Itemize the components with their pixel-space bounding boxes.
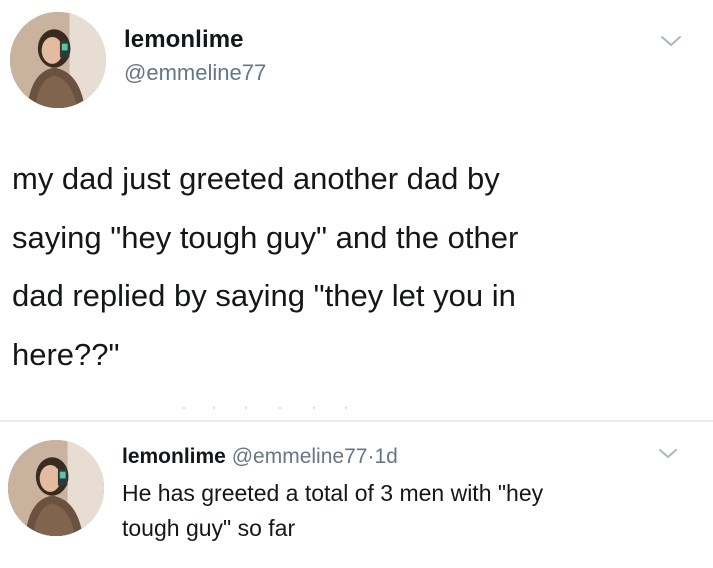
reply-text: He has greeted a total of 3 men with "he… [122,476,692,546]
display-name[interactable]: lemonlime [122,445,226,468]
avatar-photo-icon [8,440,104,536]
main-tweet: lemonlime @emmeline77 my dad just greete… [0,0,713,410]
reply-text-line: tough guy" so far [122,515,296,541]
tweet-text-line: dad replied by saying "they let you in [12,278,516,313]
avatar[interactable] [8,440,104,536]
reply-text-line: He has greeted a total of 3 men with "he… [122,480,544,506]
avatar[interactable] [10,12,106,108]
chevron-down-icon[interactable] [660,34,682,48]
avatar-photo-icon [10,12,106,108]
timestamp[interactable]: 1d [374,445,397,468]
tweet-text-line: my dad just greeted another dad by [12,161,500,196]
user-handle[interactable]: @emmeline77 [124,60,266,86]
tweet-text-line: saying "hey tough guy" and the other [12,219,519,255]
tweet-text: my dad just greeted another dad by sayin… [12,150,692,384]
divider [0,420,713,422]
reply-header: lemonlime @emmeline77·1d [122,445,398,469]
display-name[interactable]: lemonlime [124,26,244,54]
user-handle[interactable]: @emmeline77 [232,445,368,468]
chevron-down-icon[interactable] [658,447,678,460]
tweet-text-line: here??" [12,336,120,372]
faint-dots [180,398,360,410]
